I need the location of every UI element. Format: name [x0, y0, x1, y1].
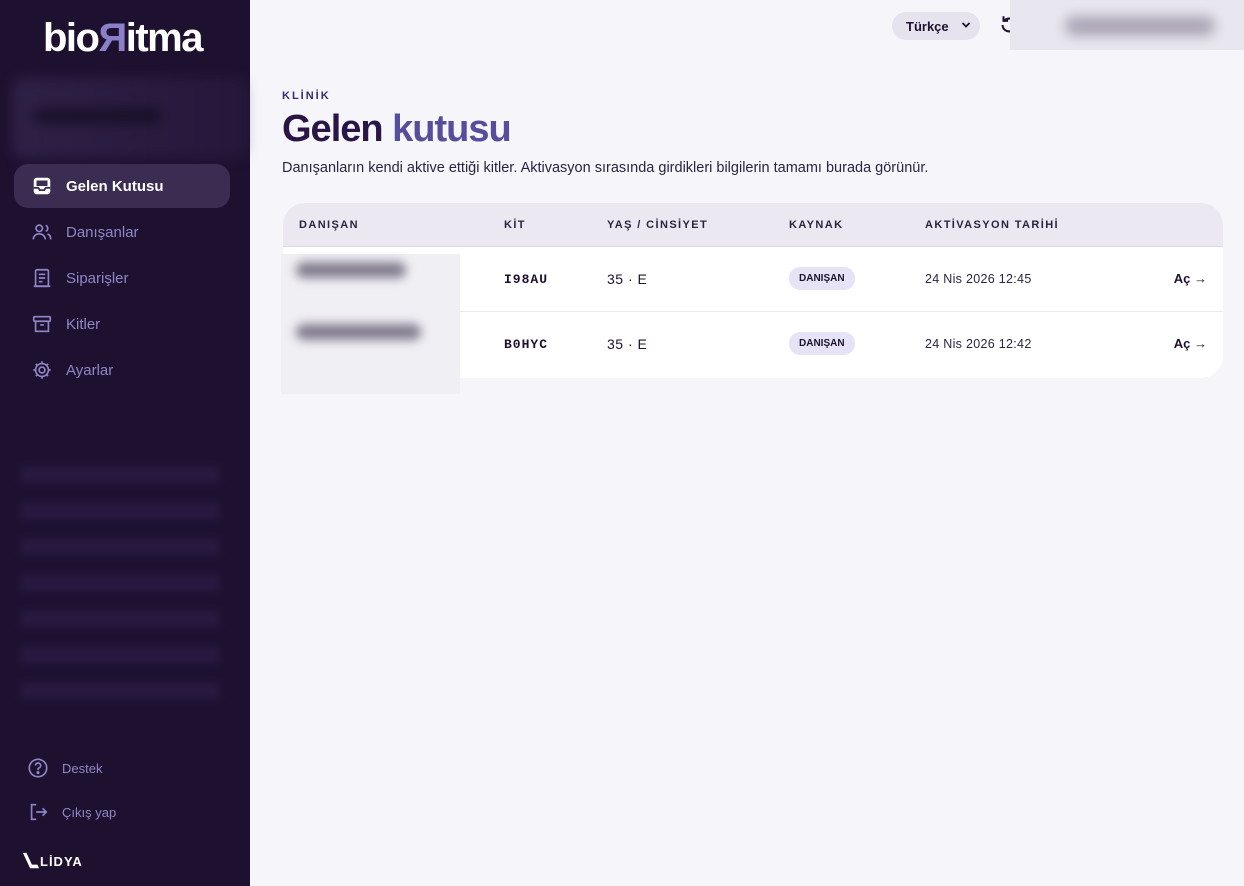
page-title-accent: kutusu [392, 108, 512, 150]
page-subtitle: Danışanların kendi aktive ettiği kitler.… [282, 160, 929, 176]
redacted-decoration [20, 460, 220, 700]
logout-icon [26, 800, 50, 824]
logo-text-right: itma [125, 16, 204, 60]
sidebar-item-label: Gelen Kutusu [66, 177, 164, 195]
archive-icon [30, 312, 54, 336]
age-gender: 35 · E [607, 336, 648, 352]
sidebar-item-label: Siparişler [66, 269, 129, 287]
page-title-main: Gelen [282, 108, 384, 150]
sidebar-item-clients[interactable]: Danışanlar [14, 210, 230, 254]
page-title: Gelen kutusu [282, 108, 512, 151]
open-button[interactable]: Aç → [1174, 336, 1207, 351]
sidebar-item-label: Danışanlar [66, 223, 139, 241]
logout-label: Çıkış yap [62, 804, 117, 820]
users-icon [30, 220, 54, 244]
support-label: Destek [62, 760, 103, 776]
chevron-down-icon [961, 22, 971, 28]
logo-mark: Я [98, 16, 127, 60]
inbox-icon [30, 174, 54, 198]
redacted-clinic-info [12, 78, 248, 158]
kit-code: I98AU [504, 272, 549, 287]
sidebar-nav: Gelen Kutusu Danışanlar Siparişler Kitle… [14, 164, 230, 394]
lidya-logo: LİDYA [22, 852, 83, 870]
redacted-user-menu[interactable] [1010, 0, 1244, 50]
source-badge: DANIŞAN [789, 267, 855, 290]
activation-date: 24 Nis 2026 12:42 [925, 337, 1032, 351]
sidebar-bottom-links: Destek Çıkış yap [26, 756, 116, 844]
receipt-icon [30, 266, 54, 290]
section-eyebrow: KLİNİK [282, 90, 331, 102]
age-gender: 35 · E [607, 271, 648, 287]
lidya-logo-text: LİDYA [40, 853, 83, 869]
help-icon [26, 756, 50, 780]
logout-link[interactable]: Çıkış yap [26, 800, 116, 824]
redacted-client-names [281, 254, 460, 394]
sidebar-item-orders[interactable]: Siparişler [14, 256, 230, 300]
activation-date: 24 Nis 2026 12:45 [925, 272, 1032, 286]
column-header-source[interactable]: KAYNAK [789, 219, 843, 231]
sidebar-item-settings[interactable]: Ayarlar [14, 348, 230, 392]
open-button[interactable]: Aç → [1174, 271, 1207, 286]
language-select-value: Türkçe [906, 18, 949, 34]
support-link[interactable]: Destek [26, 756, 116, 780]
language-select[interactable]: Türkçe [892, 12, 980, 40]
column-header-client[interactable]: DANIŞAN [299, 219, 359, 231]
table-header: DANIŞAN KİT YAŞ / CİNSİYET KAYNAK AKTİVA… [283, 203, 1223, 247]
column-header-kit[interactable]: KİT [504, 219, 526, 231]
logo-text-left: bio [43, 16, 100, 60]
column-header-activation-date[interactable]: AKTİVASYON TARİHİ [925, 219, 1059, 231]
column-header-age-gender[interactable]: YAŞ / CİNSİYET [607, 219, 708, 231]
app-logo[interactable]: bioЯitma [43, 16, 204, 60]
sidebar-item-label: Kitler [66, 315, 101, 333]
sidebar: bioЯitma Gelen Kutusu Danışanlar Sipariş… [0, 0, 250, 886]
sidebar-item-inbox[interactable]: Gelen Kutusu [14, 164, 230, 208]
sidebar-item-label: Ayarlar [66, 361, 114, 379]
lidya-mark-icon [22, 852, 40, 869]
source-badge: DANIŞAN [789, 332, 855, 355]
kit-code: B0HYC [504, 337, 549, 352]
sidebar-item-kits[interactable]: Kitler [14, 302, 230, 346]
gear-icon [30, 358, 54, 382]
